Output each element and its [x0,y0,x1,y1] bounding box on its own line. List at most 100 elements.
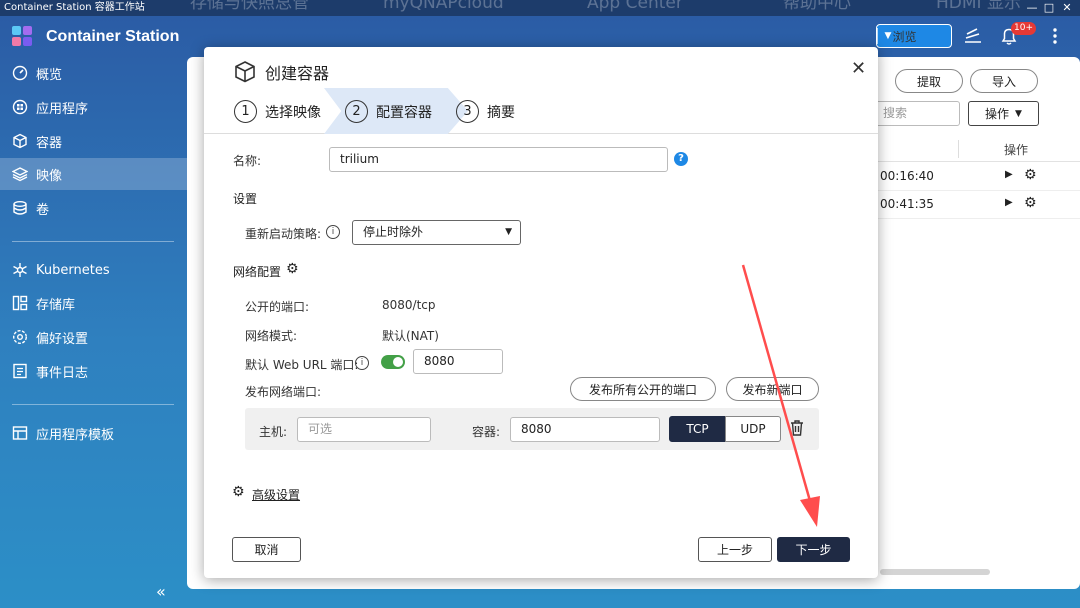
sidebar-item-label: 容器 [36,135,63,151]
notification-badge: 10+ [1011,22,1036,35]
public-ports-label: 公开的端口: [245,300,310,314]
sidebar-item-label: 存储库 [36,297,76,313]
sidebar-item-app-templates[interactable]: 应用程序模板 [0,417,187,449]
search-input[interactable]: 搜索 [868,101,960,126]
publish-ports-label: 发布网络端口: [245,385,322,399]
browse-label: 浏览 [892,29,917,44]
gear-icon[interactable]: ⚙ [1024,167,1037,183]
search-placeholder: 搜索 [883,106,908,120]
chevron-down-icon: ▼ [505,227,512,237]
sidebar-item-label: Kubernetes [36,262,110,278]
sidebar-item-label: 应用程序 [36,101,89,117]
publish-new-port-button[interactable]: 发布新端口 [726,377,819,401]
step-select-image: 1 选择映像 [234,100,321,123]
help-icon[interactable]: ? [674,152,688,166]
minimize-icon[interactable]: — [1026,0,1038,16]
step-configure-container: 2 配置容器 [345,100,432,123]
window-title: Container Station 容器工作站 [4,2,145,13]
brand: Container Station [12,26,179,48]
play-icon[interactable]: ▶ [1005,197,1013,208]
column-actions: 操作 [1004,143,1029,157]
container-port-field[interactable]: 8080 [510,417,660,442]
apps-icon [12,99,28,115]
horizontal-scrollbar[interactable] [880,569,990,575]
wizard-steps: 1 选择映像 2 配置容器 3 摘要 [204,88,878,134]
sidebar-item-kubernetes[interactable]: Kubernetes [0,254,187,286]
table-header: 操作 [878,138,1080,162]
sidebar-item-label: 卷 [36,202,50,218]
ghost-tab: 存储与快照总管 [190,0,309,13]
sidebar-item-label: 应用程序模板 [36,427,115,443]
gear-icon: ⚙ [232,484,245,500]
network-mode-value: 默认(NAT) [382,329,439,343]
window-titlebar: Container Station 容器工作站 存储与快照总管 myQNAPcl… [0,0,1080,16]
table-row[interactable]: 00:16:40 ▶ ⚙ [878,163,1080,191]
back-button[interactable]: 上一步 [698,537,772,562]
maximize-icon[interactable]: □ [1043,0,1055,16]
network-heading: 网络配置 [233,265,282,279]
sidebar-item-overview[interactable]: 概览 [0,57,187,89]
network-mode-label: 网络模式: [245,329,298,343]
restart-policy-label: 重新启动策略: [245,227,322,241]
pull-button[interactable]: 提取 [895,69,963,93]
sidebar-item-volumes[interactable]: 卷 [0,192,187,224]
name-label: 名称: [233,154,262,168]
sidebar-item-images[interactable]: 映像 [0,158,187,190]
protocol-udp-button[interactable]: UDP [725,416,781,442]
sidebar-item-event-log[interactable]: 事件日志 [0,355,187,387]
dialog-title: 创建容器 [233,60,329,84]
container-port-label: 容器: [472,425,501,439]
registry-icon [12,295,28,311]
step-summary: 3 摘要 [456,100,515,123]
cancel-button[interactable]: 取消 [232,537,301,562]
collapse-sidebar-icon[interactable]: « [156,582,166,601]
settings-heading: 设置 [233,192,258,206]
web-url-port-toggle[interactable] [381,355,405,369]
actions-dropdown[interactable]: 操作 ▼ [968,101,1039,126]
preferences-icon [12,329,28,345]
sidebar-divider [12,404,174,405]
restart-policy-select[interactable]: 停止时除外 ▼ [352,220,521,245]
import-button[interactable]: 导入 [970,69,1038,93]
sidebar-item-containers[interactable]: 容器 [0,125,187,157]
name-field[interactable]: trilium [329,147,668,172]
brand-name: Container Station [46,28,180,45]
play-icon[interactable]: ▶ [1005,169,1013,180]
event-log-icon [12,363,28,379]
sidebar-divider [12,241,174,242]
more-menu-icon[interactable] [1048,24,1062,48]
info-icon[interactable]: i [355,356,369,370]
sidebar-item-label: 事件日志 [36,365,89,381]
web-url-port-field[interactable]: 8080 [413,349,503,374]
table-row[interactable]: 00:41:35 ▶ ⚙ [878,191,1080,219]
close-window-icon[interactable]: ✕ [1061,0,1073,16]
sidebar-item-registry[interactable]: 存储库 [0,287,187,319]
publish-all-ports-button[interactable]: 发布所有公开的端口 [570,377,716,401]
app-template-icon [12,425,28,441]
ghost-tab: 帮助中心 [783,0,851,13]
sidebar-item-label: 偏好设置 [36,331,89,347]
sidebar-item-label: 概览 [36,67,63,83]
stack-icon[interactable] [962,24,984,48]
gear-icon[interactable]: ⚙ [1024,195,1037,211]
kubernetes-icon [12,262,28,278]
chevron-down-icon: ▼ [1015,108,1022,119]
row-time: 00:16:40 [880,169,934,183]
sidebar: Container Station 概览 应用程序 容器 映像 卷 Kubern… [0,16,187,608]
trash-icon[interactable] [789,419,805,441]
ghost-tab: App Center [587,0,683,13]
info-icon[interactable]: i [326,225,340,239]
next-button[interactable]: 下一步 [777,537,850,562]
sidebar-item-preferences[interactable]: 偏好设置 [0,321,187,353]
protocol-tcp-button[interactable]: TCP [669,416,726,442]
public-ports-value: 8080/tcp [382,298,436,312]
ghost-tab: myQNAPcloud [383,0,504,13]
advanced-settings-link[interactable]: 高级设置 [252,486,300,503]
host-port-field[interactable]: 可选 [297,417,431,442]
gear-icon[interactable]: ⚙ [286,261,299,277]
browse-button[interactable]: 浏览 ▼ [876,24,952,48]
container-icon [235,61,255,83]
container-station-logo-icon [12,26,34,48]
close-icon[interactable]: ✕ [851,58,866,79]
sidebar-item-apps[interactable]: 应用程序 [0,91,187,123]
